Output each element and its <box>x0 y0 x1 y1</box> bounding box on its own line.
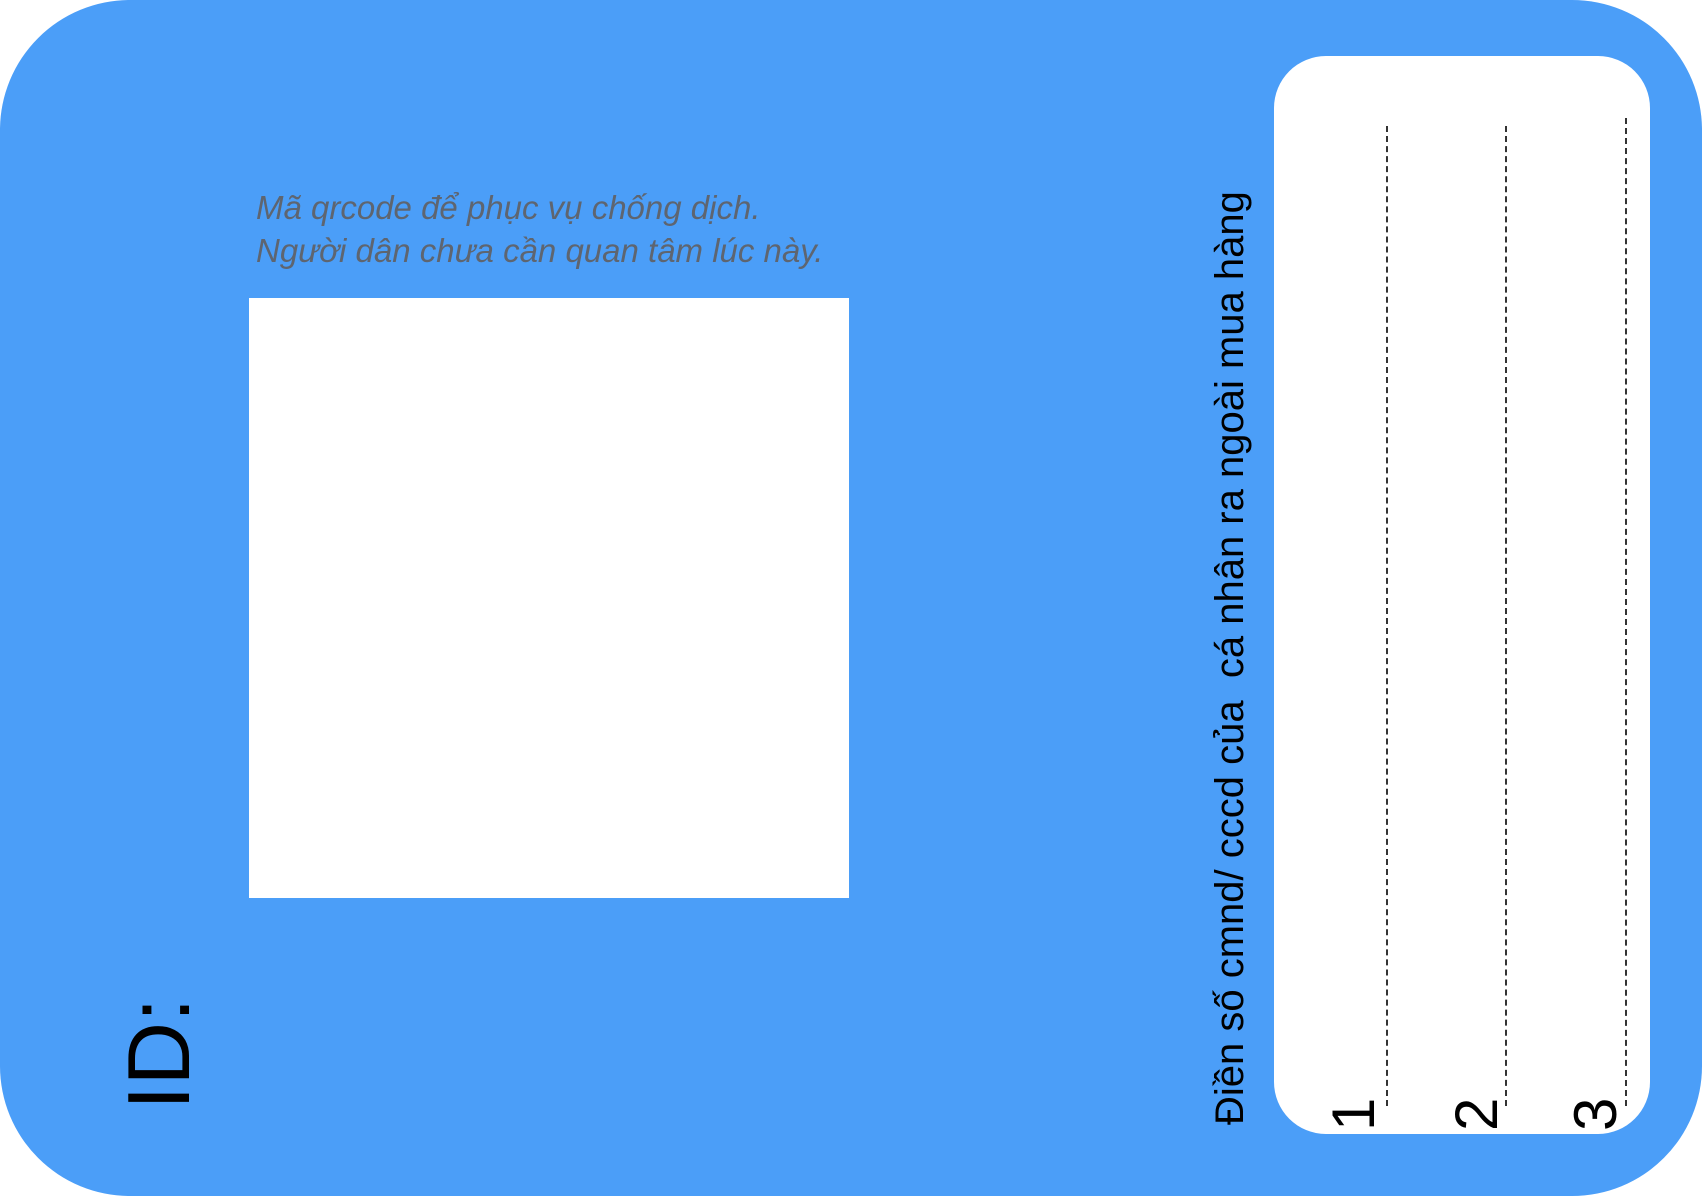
qr-caption-line-1: Mã qrcode để phục vụ chống dịch. <box>256 189 761 226</box>
qr-code-placeholder <box>249 298 849 898</box>
id-entry-instruction: Điền số cmnd/ cccd của cá nhân ra ngoài … <box>1208 191 1252 1125</box>
card-background: Mã qrcode để phục vụ chống dịch. Người d… <box>0 0 1702 1196</box>
entry-line-3[interactable] <box>1625 118 1627 1106</box>
entry-line-1[interactable] <box>1386 126 1388 1106</box>
id-label: ID: <box>109 997 208 1110</box>
slot-number-2: 2 <box>1443 1097 1510 1131</box>
id-entry-panel: 1 2 3 <box>1274 56 1650 1134</box>
qr-caption-line-2: Người dân chưa cần quan tâm lúc này. <box>256 232 824 269</box>
slot-number-3: 3 <box>1562 1097 1629 1131</box>
slot-number-1: 1 <box>1320 1097 1387 1131</box>
entry-line-2[interactable] <box>1505 126 1507 1106</box>
qr-caption: Mã qrcode để phục vụ chống dịch. Người d… <box>256 186 896 272</box>
